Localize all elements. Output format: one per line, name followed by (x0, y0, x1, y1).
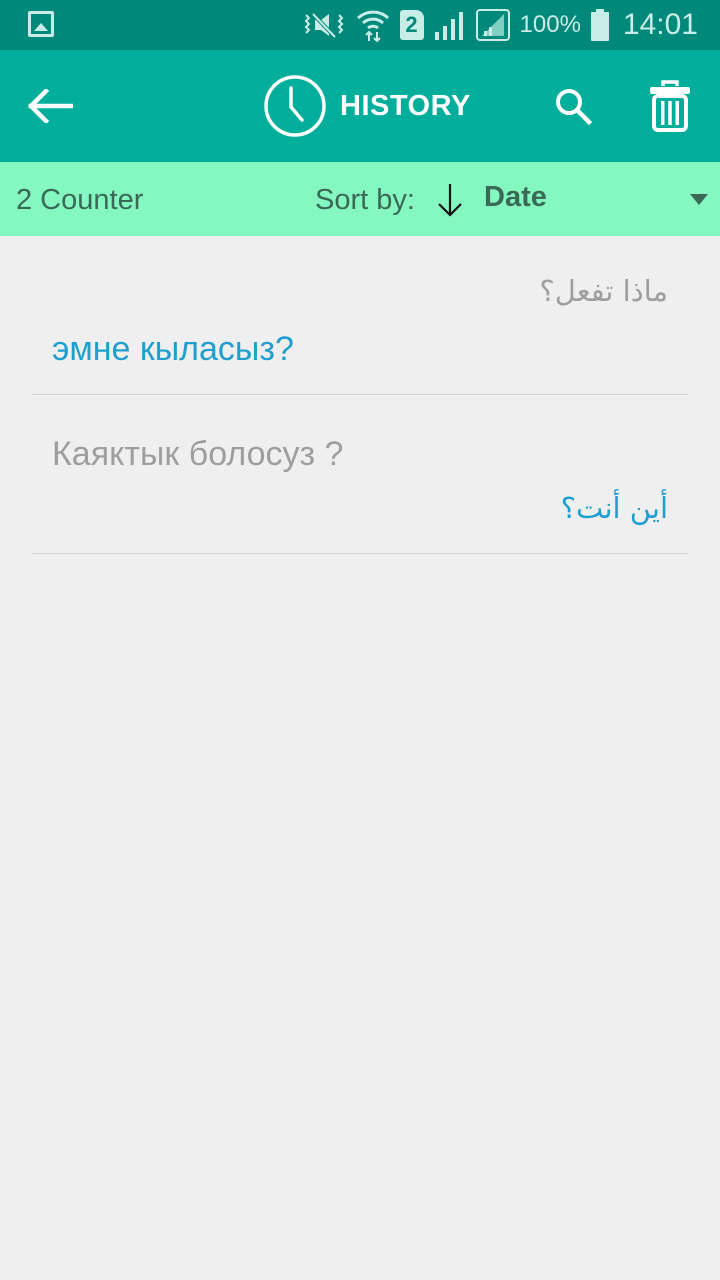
arrow-down-icon[interactable] (436, 182, 464, 218)
dropdown-triangle-icon[interactable] (690, 194, 708, 205)
back-button[interactable] (22, 80, 78, 132)
vibrate-mute-icon (302, 10, 346, 40)
app-bar: HISTORY (0, 50, 720, 162)
arrow-left-icon (27, 89, 73, 123)
source-text: ماذا تفعل؟ (539, 274, 668, 308)
list-item[interactable]: Каяктык болосуз ? أين أنت؟ (32, 395, 688, 554)
title-area: HISTORY (264, 74, 471, 138)
page-title: HISTORY (340, 89, 471, 122)
signal-icon (434, 10, 466, 40)
trash-icon (650, 80, 690, 132)
sort-by-label: Sort by: (315, 184, 415, 216)
battery-icon (590, 9, 609, 41)
search-icon (556, 89, 592, 125)
sim-2-icon: 2 (399, 10, 424, 40)
translation-text: أين أنت؟ (560, 491, 668, 525)
history-counter: 2 Counter (16, 184, 144, 216)
source-text: Каяктык болосуз ? (52, 435, 344, 473)
translation-text: эмне кыласыз? (52, 330, 294, 368)
sort-bar: 2 Counter Sort by: Date (0, 162, 720, 236)
status-bar: 2 100% 14:01 (0, 0, 720, 50)
gallery-icon (28, 11, 54, 37)
clock-icon (264, 75, 326, 137)
sort-select[interactable]: Date (484, 181, 547, 214)
search-button[interactable] (548, 80, 598, 132)
list-item[interactable]: ماذا تفعل؟ эмне кыласыз? (32, 236, 688, 395)
clock-time: 14:01 (622, 8, 698, 41)
history-list: ماذا تفعل؟ эмне кыласыз? Каяктык болосуз… (32, 236, 688, 554)
battery-percent: 100% (519, 11, 581, 38)
signal-icon-2 (475, 9, 510, 41)
delete-all-button[interactable] (642, 76, 698, 136)
wifi-icon (356, 8, 390, 42)
status-icons: 2 100% 14:01 (302, 0, 698, 50)
